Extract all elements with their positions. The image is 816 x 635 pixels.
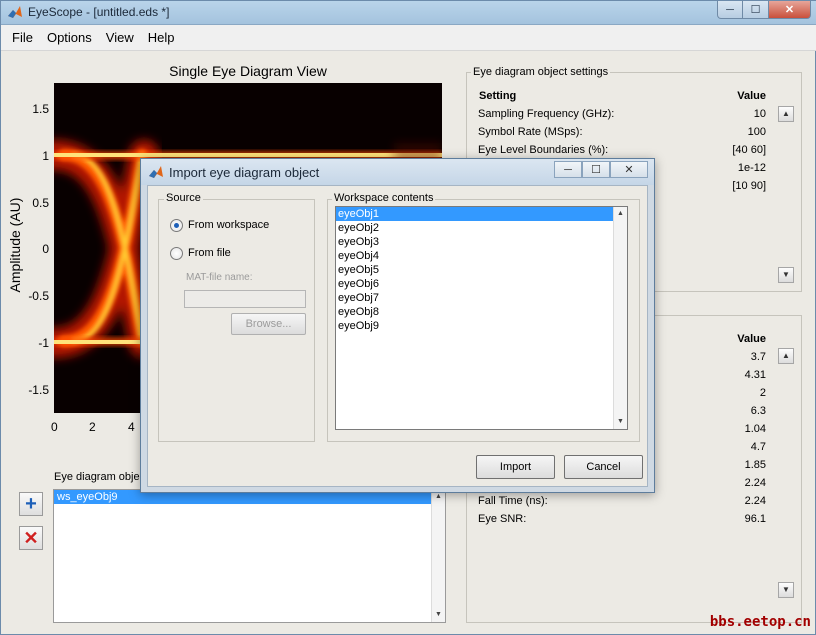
maximize-button[interactable]: ☐ [743,1,769,19]
y-tick-label: 1.5 [32,102,49,116]
list-item[interactable]: eyeObj1 [336,207,613,221]
measurement-value: 2.24 [744,477,766,489]
plot-title: Single Eye Diagram View [169,63,327,79]
setting-label: Symbol Rate (MSps): [478,126,583,138]
settings-scroll-up-icon[interactable]: ▲ [778,106,794,122]
eye-object-list[interactable]: ws_eyeObj9 ▲ ▼ [53,489,446,623]
workspace-scrollbar[interactable]: ▲ ▼ [613,207,627,429]
scroll-down-icon[interactable]: ▼ [432,608,445,622]
dialog-maximize-button[interactable]: ☐ [582,161,610,178]
setting-label: Sampling Frequency (GHz): [478,108,615,120]
y-tick-label: -1 [38,336,49,350]
dialog-minimize-button[interactable]: ─ [554,161,582,178]
menu-bar: File Options View Help [1,25,816,51]
measurement-value: 96.1 [744,513,766,525]
list-item[interactable]: eyeObj4 [336,249,627,263]
dialog-title: Import eye diagram object [169,165,320,180]
measurement-value: 4.7 [750,441,766,453]
measurement-label: Fall Time (ns): [478,495,548,507]
settings-panel-title: Eye diagram object settings [471,66,611,78]
measurement-label: Eye SNR: [478,513,527,525]
setting-value: 100 [747,126,766,138]
measurement-value-header: Value [737,333,766,345]
setting-column-header: Setting [479,90,517,102]
import-button[interactable]: Import [476,455,555,479]
setting-value: 1e-12 [737,162,766,174]
from-file-label[interactable]: From file [188,247,231,259]
matlab-logo-icon [149,166,163,178]
y-tick-label: -0.5 [28,289,49,303]
list-item[interactable]: eyeObj5 [336,263,627,277]
y-tick-label: -1.5 [28,383,49,397]
x-tick-label: 4 [128,420,135,434]
list-item[interactable]: eyeObj2 [336,221,627,235]
measurement-value: 1.85 [744,459,766,471]
y-tick-label: 0.5 [32,196,49,210]
add-eye-button[interactable]: + [19,492,43,516]
window-title: EyeScope - [untitled.eds *] [28,5,170,19]
menu-options[interactable]: Options [40,30,99,45]
list-item[interactable]: eyeObj8 [336,305,627,319]
x-tick-label: 2 [89,420,96,434]
scroll-down-icon[interactable]: ▼ [614,415,627,429]
close-button[interactable]: ✕ [769,1,811,19]
settings-scroll-down-icon[interactable]: ▼ [778,267,794,283]
source-group-title: Source [164,192,203,204]
measurements-scroll-up-icon[interactable]: ▲ [778,348,794,364]
list-scrollbar[interactable]: ▲ ▼ [431,490,445,622]
list-item[interactable]: eyeObj6 [336,277,627,291]
value-column-header: Value [737,90,766,102]
list-item[interactable]: eyeObj7 [336,291,627,305]
matfile-input[interactable] [184,290,306,308]
cancel-button[interactable]: Cancel [564,455,643,479]
measurement-value: 4.31 [744,369,766,381]
y-tick-label: 0 [42,242,49,256]
list-item[interactable]: eyeObj3 [336,235,627,249]
list-item[interactable]: eyeObj9 [336,319,627,333]
measurement-value: 3.7 [750,351,766,363]
setting-value: [10 90] [732,180,766,192]
setting-label: Eye Level Boundaries (%): [478,144,609,156]
dialog-title-bar[interactable]: Import eye diagram object ─ ☐ ✕ [141,159,654,185]
watermark: bbs.eetop.cn [709,614,811,630]
dialog-window-controls: ─ ☐ ✕ [554,161,648,178]
y-tick-label: 1 [42,149,49,163]
workspace-group-title: Workspace contents [332,192,436,204]
measurement-value: 2 [759,387,766,399]
measurement-value: 6.3 [750,405,766,417]
setting-value: 10 [753,108,766,120]
minimize-button[interactable]: ─ [717,1,743,19]
browse-button[interactable]: Browse... [231,313,306,335]
menu-file[interactable]: File [5,30,40,45]
workspace-list[interactable]: eyeObj1 eyeObj2 eyeObj3 eyeObj4 eyeObj5 … [335,206,628,430]
setting-value: [40 60] [732,144,766,156]
matfile-label: MAT-file name: [186,272,253,283]
from-workspace-radio[interactable] [170,219,183,232]
import-dialog: Import eye diagram object ─ ☐ ✕ Source F… [140,158,655,493]
menu-help[interactable]: Help [141,30,182,45]
delete-eye-button[interactable]: ✕ [19,526,43,550]
from-file-radio[interactable] [170,247,183,260]
from-workspace-label[interactable]: From workspace [188,219,269,231]
x-tick-label: 0 [51,420,58,434]
measurement-value: 2.24 [744,495,766,507]
window-controls: ─ ☐ ✕ [717,1,811,19]
menu-view[interactable]: View [99,30,141,45]
dialog-close-button[interactable]: ✕ [610,161,648,178]
matlab-logo-icon [8,6,22,18]
title-bar[interactable]: EyeScope - [untitled.eds *] ─ ☐ ✕ [1,1,816,25]
eye-list-label: Eye diagram objec [54,471,146,483]
scroll-up-icon[interactable]: ▲ [614,207,627,221]
measurements-scroll-down-icon[interactable]: ▼ [778,582,794,598]
measurement-value: 1.04 [744,423,766,435]
dialog-body: Source From workspace From file MAT-file… [147,185,648,487]
